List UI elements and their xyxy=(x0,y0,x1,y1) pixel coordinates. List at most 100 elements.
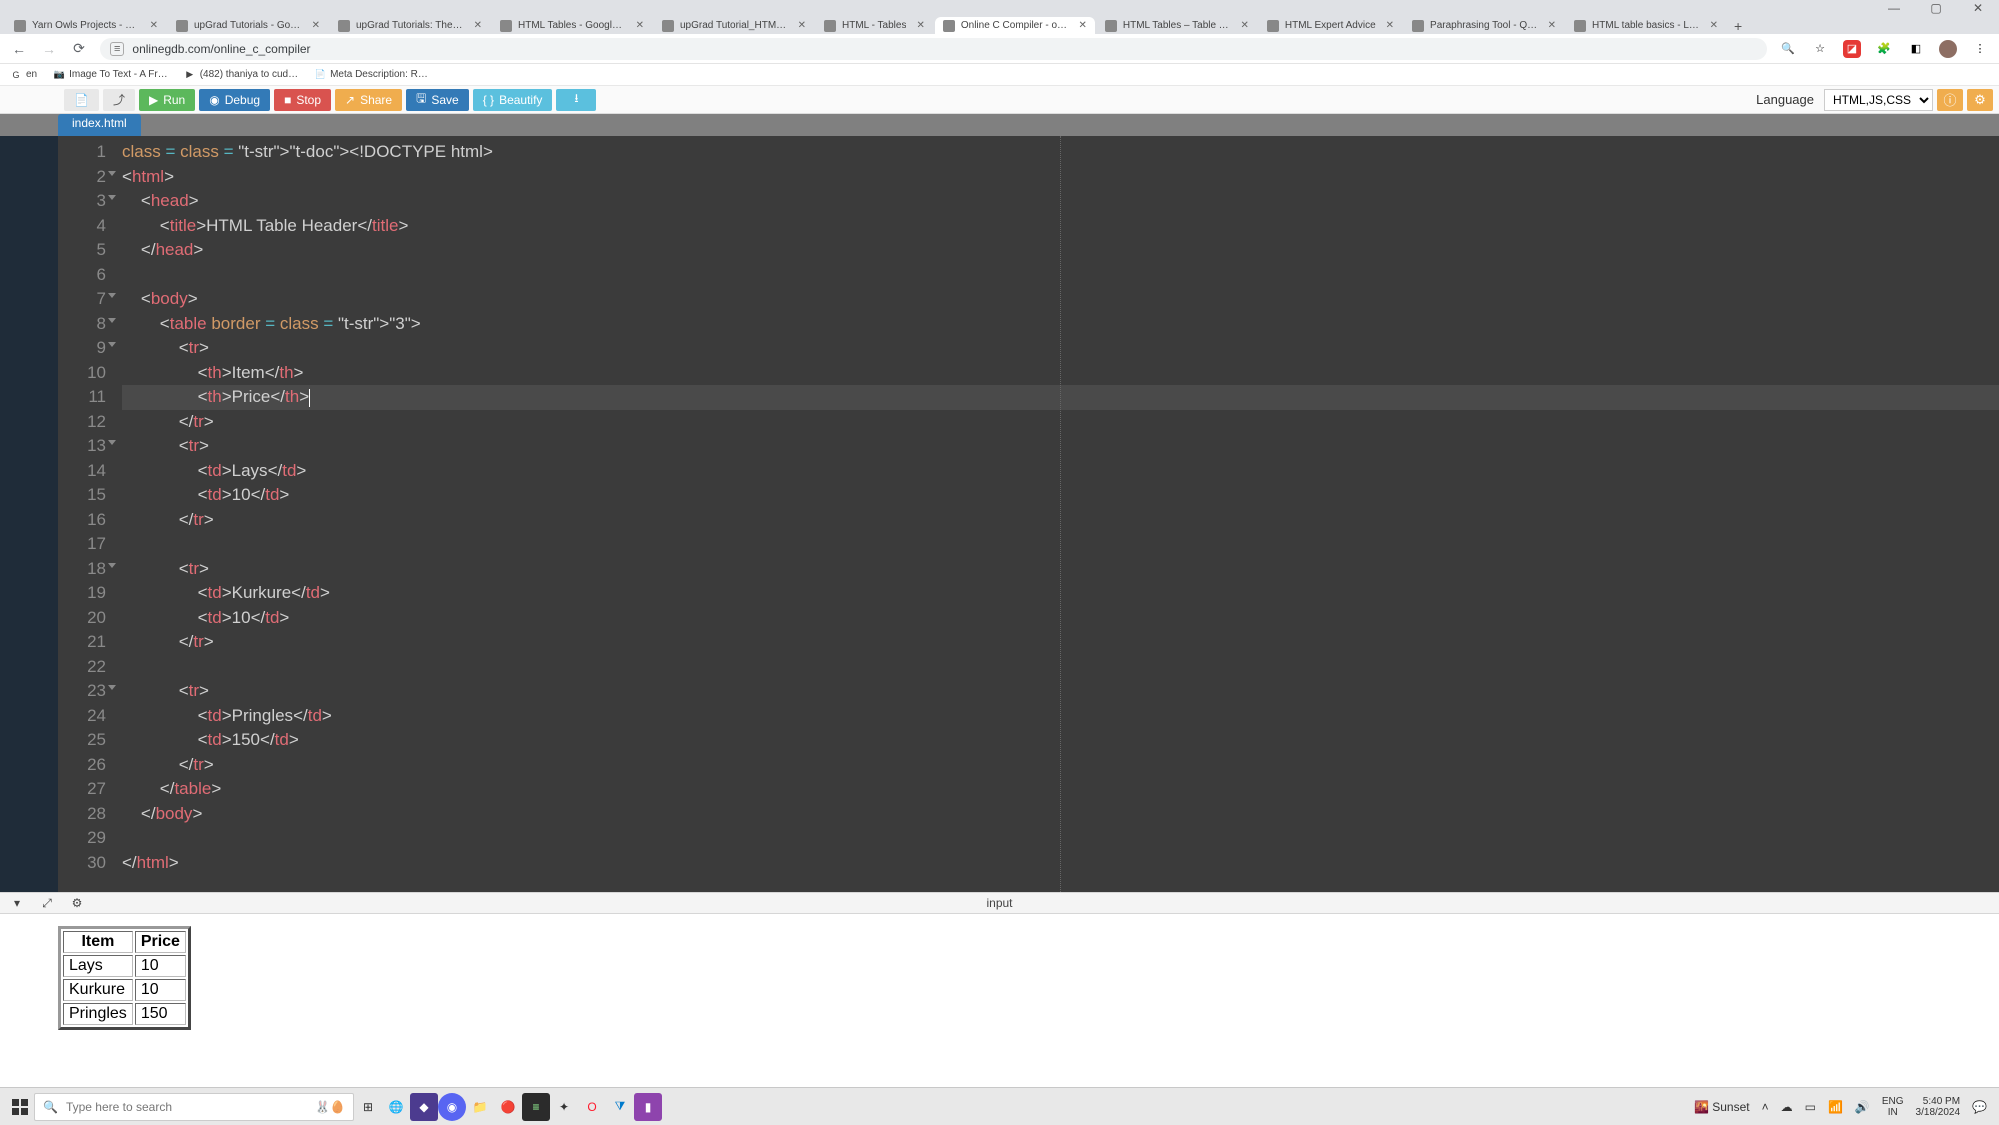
side-panel-icon[interactable]: ◧ xyxy=(1907,40,1925,58)
taskbar-app-misc[interactable]: ▮ xyxy=(634,1093,662,1121)
bookmark-item[interactable]: 📷Image To Text - A Fr… xyxy=(53,69,168,81)
browser-tab[interactable]: HTML Tables - Google Do✕ xyxy=(492,17,652,34)
taskbar-app-vscode[interactable]: ⧩ xyxy=(606,1093,634,1121)
tray-clock[interactable]: 5:40 PM3/18/2024 xyxy=(1916,1096,1961,1118)
fold-icon[interactable] xyxy=(108,195,116,200)
expand-icon[interactable]: ⤢ xyxy=(40,896,54,910)
tab-close-icon[interactable]: ✕ xyxy=(916,20,924,31)
tab-close-icon[interactable]: ✕ xyxy=(1386,20,1394,31)
fold-icon[interactable] xyxy=(108,318,116,323)
line-number[interactable]: 30 xyxy=(58,851,106,876)
line-number[interactable]: 28 xyxy=(58,802,106,827)
task-view-button[interactable]: ⊞ xyxy=(354,1093,382,1121)
beautify-button[interactable]: { }Beautify xyxy=(473,89,553,111)
zoom-icon[interactable]: 🔍 xyxy=(1779,40,1797,58)
collapse-icon[interactable]: ▾ xyxy=(10,896,24,910)
run-button[interactable]: ▶Run xyxy=(139,89,195,111)
tab-close-icon[interactable]: ✕ xyxy=(150,20,158,31)
line-number[interactable]: 23 xyxy=(58,679,106,704)
tray-notifications-icon[interactable]: 💬 xyxy=(1972,1100,1987,1114)
line-number[interactable]: 17 xyxy=(58,532,106,557)
code-content[interactable]: class = class = "t-str">"t-doc"><!DOCTYP… xyxy=(116,136,1999,892)
line-number[interactable]: 27 xyxy=(58,777,106,802)
line-number[interactable]: 15 xyxy=(58,483,106,508)
fold-icon[interactable] xyxy=(108,563,116,568)
tab-close-icon[interactable]: ✕ xyxy=(798,20,806,31)
browser-tab[interactable]: HTML Tables – Table Tuto✕ xyxy=(1097,17,1257,34)
line-number[interactable]: 2 xyxy=(58,165,106,190)
line-number[interactable]: 6 xyxy=(58,263,106,288)
bookmark-star-icon[interactable]: ☆ xyxy=(1811,40,1829,58)
tab-close-icon[interactable]: ✕ xyxy=(1240,20,1248,31)
omnibox[interactable]: ≡ onlinegdb.com/online_c_compiler xyxy=(100,38,1767,60)
taskbar-app-files[interactable]: 📁 xyxy=(466,1093,494,1121)
panel-settings-icon[interactable]: ⚙ xyxy=(70,896,84,910)
debug-button[interactable]: ◉Debug xyxy=(199,89,270,111)
tray-battery-icon[interactable]: ▭ xyxy=(1805,1100,1816,1114)
site-info-icon[interactable]: ≡ xyxy=(110,42,124,56)
line-number[interactable]: 8 xyxy=(58,312,106,337)
extensions-icon[interactable]: 🧩 xyxy=(1875,40,1893,58)
taskbar-app-chrome[interactable]: 🔴 xyxy=(494,1093,522,1121)
browser-tab[interactable]: Online C Compiler - onlin✕ xyxy=(935,17,1095,34)
fold-icon[interactable] xyxy=(108,440,116,445)
line-number[interactable]: 13 xyxy=(58,434,106,459)
close-window-button[interactable]: ✕ xyxy=(1971,1,1985,15)
tray-language[interactable]: ENGIN xyxy=(1882,1096,1904,1118)
line-number[interactable]: 22 xyxy=(58,655,106,680)
line-number[interactable]: 5 xyxy=(58,238,106,263)
bookmark-item[interactable]: 📄Meta Description: R… xyxy=(314,69,428,81)
line-number[interactable]: 24 xyxy=(58,704,106,729)
fold-icon[interactable] xyxy=(108,685,116,690)
fold-icon[interactable] xyxy=(108,171,116,176)
taskbar-app-opera[interactable]: O xyxy=(578,1093,606,1121)
chrome-menu-icon[interactable]: ⋮ xyxy=(1971,40,1989,58)
browser-tab[interactable]: HTML Expert Advice✕ xyxy=(1259,17,1402,34)
fold-icon[interactable] xyxy=(108,342,116,347)
line-number[interactable]: 19 xyxy=(58,581,106,606)
browser-tab[interactable]: upGrad Tutorials - Googl✕ xyxy=(168,17,328,34)
code-editor[interactable]: 1234567891011121314151617181920212223242… xyxy=(58,136,1999,892)
new-tab-button[interactable]: + xyxy=(1728,18,1748,34)
fold-icon[interactable] xyxy=(108,293,116,298)
download-button[interactable]: ⭳ xyxy=(556,89,596,111)
stop-button[interactable]: ■Stop xyxy=(274,89,331,111)
maximize-button[interactable]: ▢ xyxy=(1929,1,1943,15)
settings-button[interactable]: ⚙ xyxy=(1967,89,1993,111)
extension-adblock-icon[interactable]: ◪ xyxy=(1843,40,1861,58)
line-number[interactable]: 16 xyxy=(58,508,106,533)
tab-close-icon[interactable]: ✕ xyxy=(474,20,482,31)
upload-button[interactable]: ⤴ xyxy=(103,89,135,111)
line-number[interactable]: 10 xyxy=(58,361,106,386)
browser-tab[interactable]: upGrad Tutorials: The Ult✕ xyxy=(330,17,490,34)
browser-tab[interactable]: HTML - Tables✕ xyxy=(816,17,933,34)
tab-close-icon[interactable]: ✕ xyxy=(1078,20,1086,31)
new-file-button[interactable]: 📄 xyxy=(64,89,99,111)
taskbar-app-discord[interactable]: ◉ xyxy=(438,1093,466,1121)
line-number[interactable]: 4 xyxy=(58,214,106,239)
tab-close-icon[interactable]: ✕ xyxy=(1710,20,1718,31)
line-number[interactable]: 9 xyxy=(58,336,106,361)
browser-tab[interactable]: upGrad Tutorial_HTML Ta✕ xyxy=(654,17,814,34)
line-number[interactable]: 1 xyxy=(58,140,106,165)
file-tab-index[interactable]: index.html xyxy=(58,114,141,136)
weather-widget[interactable]: 🌇 Sunset xyxy=(1694,1100,1750,1114)
back-button[interactable]: ← xyxy=(10,41,28,57)
line-number[interactable]: 26 xyxy=(58,753,106,778)
profile-avatar[interactable] xyxy=(1939,40,1957,58)
start-button[interactable] xyxy=(6,1093,34,1121)
bookmark-item[interactable]: ▶(482) thaniya to cud… xyxy=(184,69,298,81)
line-number[interactable]: 25 xyxy=(58,728,106,753)
tray-chevron-icon[interactable]: ˄ xyxy=(1762,1100,1769,1114)
tray-onedrive-icon[interactable]: ☁ xyxy=(1781,1100,1793,1114)
tab-close-icon[interactable]: ✕ xyxy=(312,20,320,31)
line-number[interactable]: 14 xyxy=(58,459,106,484)
forward-button[interactable]: → xyxy=(40,41,58,57)
line-number[interactable]: 21 xyxy=(58,630,106,655)
tray-volume-icon[interactable]: 🔊 xyxy=(1855,1100,1870,1114)
browser-tab[interactable]: Paraphrasing Tool - Quill✕ xyxy=(1404,17,1564,34)
share-button[interactable]: ↗Share xyxy=(335,89,402,111)
line-number[interactable]: 11 xyxy=(58,385,106,410)
reload-button[interactable]: ⟳ xyxy=(70,40,88,57)
browser-tab[interactable]: Yarn Owls Projects - Goog✕ xyxy=(6,17,166,34)
